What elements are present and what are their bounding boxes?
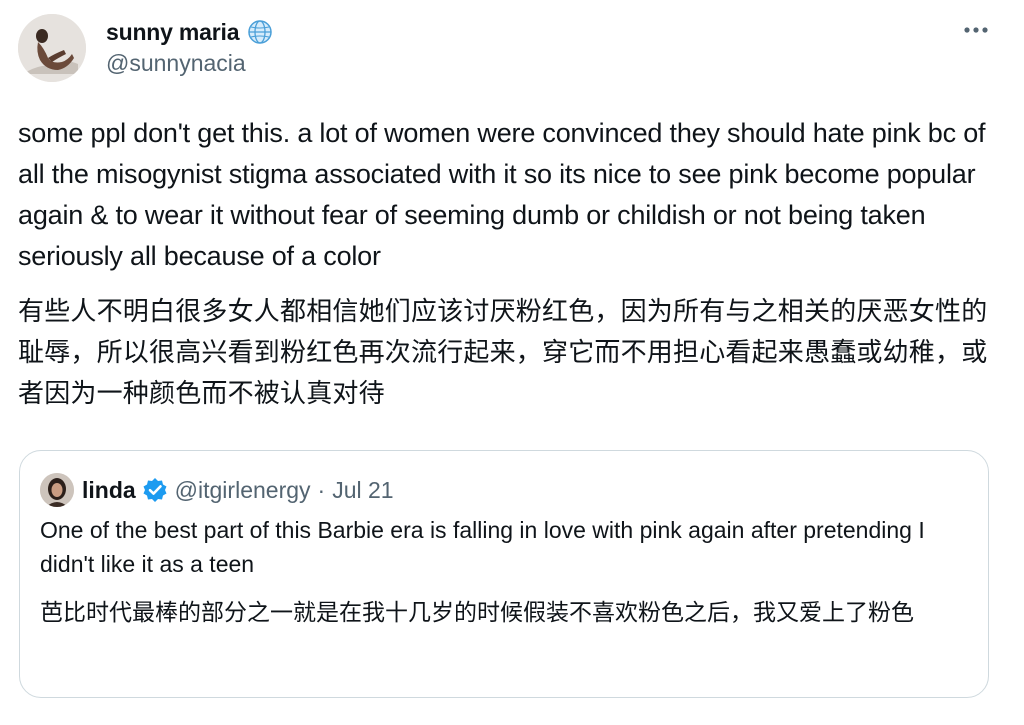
author-handle[interactable]: @sunnynacia: [106, 50, 273, 77]
quoted-tweet-date[interactable]: Jul 21: [332, 477, 393, 504]
header-separator: ·: [317, 476, 326, 503]
quoted-avatar-photo: [40, 473, 74, 507]
tweet-text-zh: 有些人不明白很多女人都相信她们应该讨厌粉红色，因为所有与之相关的厌恶女性的耻辱，…: [18, 296, 988, 408]
display-name-row: sunny maria: [106, 16, 273, 48]
tweet: sunny maria @sunnynacia some ppl don't g…: [0, 0, 1024, 725]
quoted-author-handle[interactable]: @itgirlenergy: [175, 477, 311, 504]
verified-badge-icon: [141, 476, 169, 504]
quoted-author-avatar[interactable]: [40, 473, 74, 507]
author-info: sunny maria @sunnynacia: [106, 16, 273, 77]
avatar-photo: [18, 14, 86, 82]
quoted-tweet-text-en: One of the best part of this Barbie era …: [40, 517, 925, 577]
tweet-text-en: some ppl don't get this. a lot of women …: [18, 118, 986, 271]
author-display-name[interactable]: sunny maria: [106, 19, 239, 46]
quoted-tweet-card[interactable]: linda @itgirlenergy · Jul 21 One of the …: [19, 450, 989, 698]
quoted-tweet-header: linda @itgirlenergy · Jul 21: [40, 473, 394, 507]
author-avatar[interactable]: [18, 14, 86, 82]
quoted-tweet-text-zh: 芭比时代最棒的部分之一就是在我十几岁的时候假装不喜欢粉色之后，我又爱上了粉色: [40, 599, 914, 625]
globe-icon: [247, 19, 273, 45]
more-horizontal-icon[interactable]: [962, 20, 990, 40]
quoted-author-display-name[interactable]: linda: [82, 477, 136, 504]
